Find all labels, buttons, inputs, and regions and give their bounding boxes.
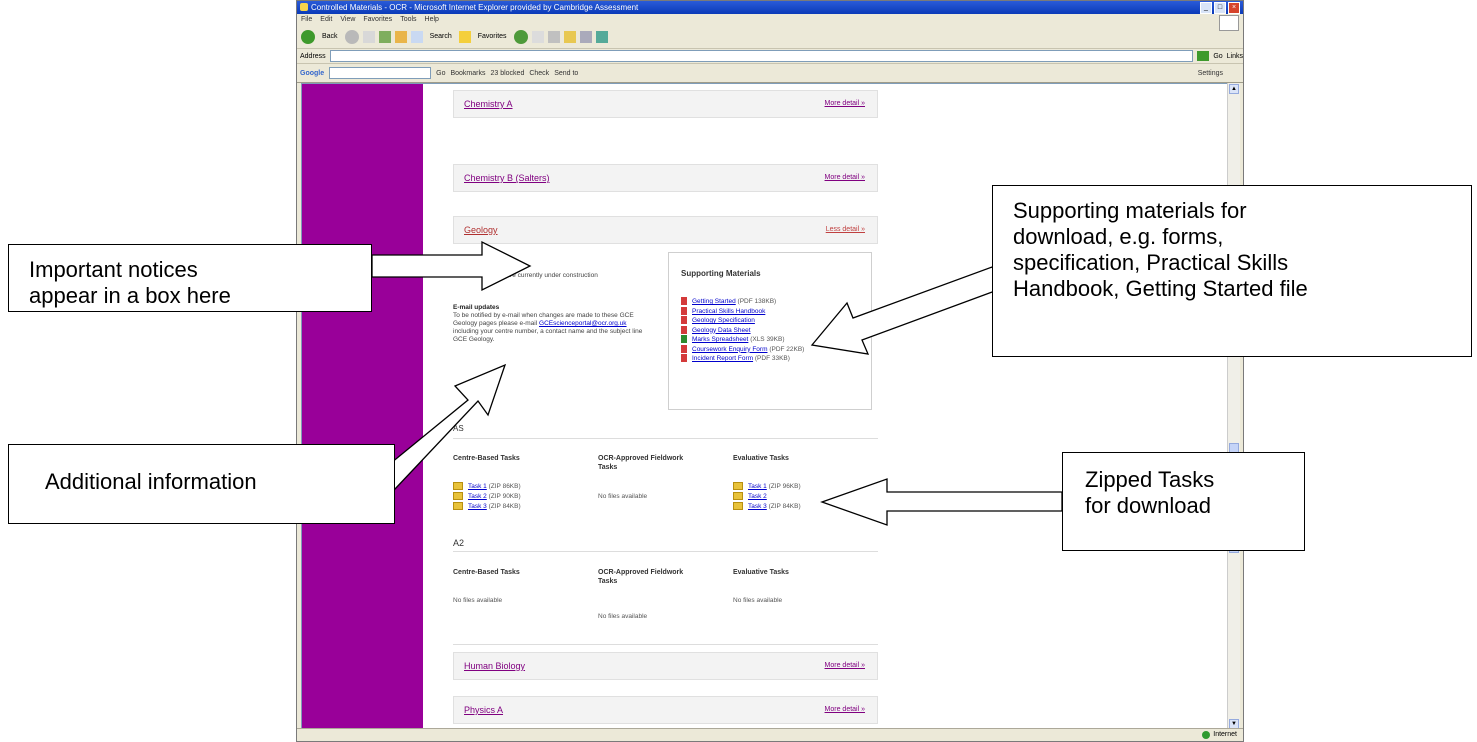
callout-zipped-tasks: Zipped Tasks for download xyxy=(1062,452,1305,551)
callout-important-notices: Important notices appear in a box here xyxy=(8,244,372,312)
callout-arrows xyxy=(371,240,1063,526)
callout-supporting-line: download, e.g. forms, xyxy=(1013,224,1224,249)
callout-additional-information: Additional information xyxy=(8,444,395,524)
arrow-notices xyxy=(371,240,532,292)
callout-additional-line: Additional information xyxy=(45,469,257,494)
callout-supporting-line: Handbook, Getting Started file xyxy=(1013,276,1308,301)
callout-supporting-line: Supporting materials for xyxy=(1013,198,1247,223)
arrow-supporting xyxy=(810,266,1004,355)
callout-zipped-line: Zipped Tasks xyxy=(1085,467,1215,492)
arrow-zipped xyxy=(820,478,1063,526)
callout-zipped-line: for download xyxy=(1085,493,1211,518)
arrow-additional xyxy=(379,363,507,490)
callout-notices-line: Important notices xyxy=(29,257,198,282)
callout-supporting-materials: Supporting materials for download, e.g. … xyxy=(992,185,1472,357)
callout-supporting-line: specification, Practical Skills xyxy=(1013,250,1289,275)
callout-notices-line: appear in a box here xyxy=(29,283,231,308)
